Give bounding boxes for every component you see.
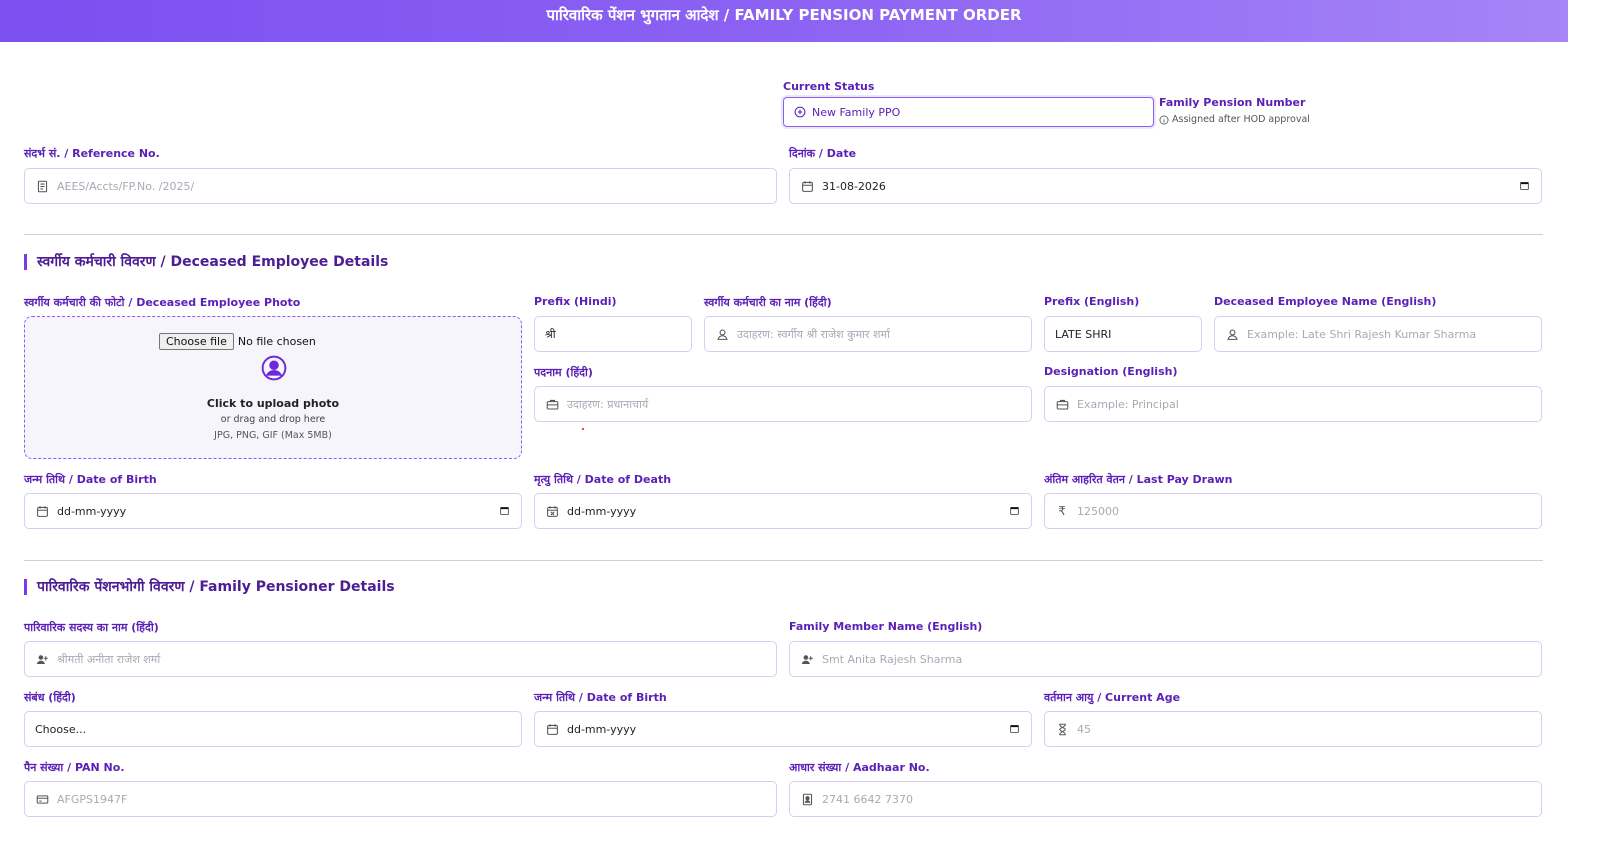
- designation-english-input[interactable]: [1077, 397, 1531, 411]
- deceased-name-hindi-label: स्वर्गीय कर्मचारी का नाम (हिंदी): [704, 296, 832, 309]
- deceased-name-english-input[interactable]: [1247, 327, 1531, 341]
- user-plus-icon: [35, 652, 49, 666]
- user-circle-icon: [261, 355, 287, 381]
- prefix-hindi-value: श्री: [545, 327, 556, 341]
- pan-field: [24, 781, 777, 817]
- current-age-label: वर्तमान आयु / Current Age: [1044, 691, 1181, 704]
- fpn-hint: Assigned after HOD approval: [1159, 114, 1310, 125]
- deceased-name-hindi-field: [704, 316, 1032, 352]
- family-section-title: पारिवारिक पेंशनभोगी विवरण / Family Pensi…: [24, 579, 395, 595]
- family-name-english-label: Family Member Name (English): [789, 620, 983, 633]
- designation-english-label: Designation (English): [1044, 365, 1178, 378]
- aadhaar-field: [789, 781, 1542, 817]
- reference-field: [24, 168, 777, 204]
- calendar-x-icon: [545, 504, 559, 518]
- user-plus-icon: [800, 652, 814, 666]
- reference-label: संदर्भ सं. / Reference No.: [24, 147, 160, 160]
- deceased-name-hindi-input[interactable]: [737, 327, 1021, 341]
- page-title: पारिवारिक पेंशन भुगतान आदेश / FAMILY PEN…: [546, 6, 1022, 24]
- dod-value: dd-mm-yyyy: [567, 504, 637, 518]
- current-age-field: [1044, 711, 1542, 747]
- upload-file-types: JPG, PNG, GIF (Max 5MB): [214, 430, 332, 441]
- family-name-hindi-label: पारिवारिक सदस्य का नाम (हिंदी): [24, 621, 159, 634]
- last-pay-label: अंतिम आहरित वेतन / Last Pay Drawn: [1044, 473, 1233, 486]
- calendar-picker-icon[interactable]: [1009, 505, 1021, 517]
- current-age-input[interactable]: [1077, 722, 1531, 736]
- divider: [24, 234, 1543, 235]
- aadhaar-label: आधार संख्या / Aadhaar No.: [789, 761, 930, 774]
- calendar-picker-icon[interactable]: [1519, 180, 1531, 192]
- family-name-english-input[interactable]: [822, 652, 1531, 666]
- prefix-english-field[interactable]: LATE SHRI: [1044, 316, 1202, 352]
- family-pension-number-label: Family Pension Number: [1159, 96, 1306, 109]
- pan-label: पैन संख्या / PAN No.: [24, 761, 125, 774]
- calendar-icon: [545, 722, 559, 736]
- pan-input[interactable]: [57, 792, 766, 806]
- family-name-hindi-field: [24, 641, 777, 677]
- date-value: 31-08-2026: [822, 179, 886, 193]
- prefix-english-label: Prefix (English): [1044, 295, 1140, 308]
- document-icon: [35, 179, 49, 193]
- date-field[interactable]: 31-08-2026: [789, 168, 1542, 204]
- designation-hindi-field: [534, 386, 1032, 422]
- upload-subtitle: or drag and drop here: [220, 414, 326, 425]
- briefcase-icon: [1055, 397, 1069, 411]
- deceased-name-english-label: Deceased Employee Name (English): [1214, 295, 1437, 308]
- user-icon: [715, 327, 729, 341]
- current-status-label: Current Status: [783, 80, 875, 93]
- family-dob-label: जन्म तिथि / Date of Birth: [534, 691, 667, 704]
- dod-field[interactable]: dd-mm-yyyy: [534, 493, 1032, 529]
- rupee-icon: ₹: [1058, 504, 1066, 518]
- info-icon: [1159, 115, 1169, 124]
- prefix-hindi-field[interactable]: श्री: [534, 316, 692, 352]
- deceased-section-title: स्वर्गीय कर्मचारी विवरण / Deceased Emplo…: [24, 254, 388, 270]
- credit-card-icon: [35, 792, 49, 806]
- dod-label: मृत्यु तिथि / Date of Death: [534, 473, 672, 486]
- last-pay-field: ₹: [1044, 493, 1542, 529]
- calendar-picker-icon[interactable]: [499, 505, 511, 517]
- family-name-hindi-input[interactable]: [57, 652, 766, 666]
- plus-circle-icon: [794, 106, 806, 118]
- upload-title: Click to upload photo: [206, 397, 340, 410]
- page-header: पारिवारिक पेंशन भुगतान आदेश / FAMILY PEN…: [0, 0, 1568, 42]
- calendar-picker-icon[interactable]: [1009, 723, 1021, 735]
- family-dob-field[interactable]: dd-mm-yyyy: [534, 711, 1032, 747]
- dob-label: जन्म तिथि / Date of Birth: [24, 473, 157, 486]
- user-icon: [1225, 327, 1239, 341]
- current-status-value: New Family PPO: [812, 105, 901, 119]
- dob-value: dd-mm-yyyy: [57, 504, 127, 518]
- aadhaar-input[interactable]: [822, 792, 1531, 806]
- designation-hindi-input[interactable]: [567, 397, 1021, 411]
- reference-input[interactable]: [57, 179, 766, 193]
- last-pay-input[interactable]: [1077, 504, 1531, 518]
- calendar-icon: [800, 179, 814, 193]
- prefix-english-value: LATE SHRI: [1055, 327, 1112, 341]
- marker-dot: [582, 428, 584, 430]
- file-picker[interactable]: Choose file No file chosen: [159, 333, 316, 350]
- id-card-icon: [800, 792, 814, 806]
- current-status-field: New Family PPO: [783, 97, 1154, 127]
- scrollbar[interactable]: [1568, 0, 1600, 863]
- briefcase-icon: [545, 397, 559, 411]
- hourglass-icon: [1055, 722, 1069, 736]
- deceased-name-english-field: [1214, 316, 1542, 352]
- relation-select[interactable]: Choose...: [24, 711, 522, 747]
- family-name-english-field: [789, 641, 1542, 677]
- relation-value: Choose...: [35, 722, 87, 736]
- prefix-hindi-label: Prefix (Hindi): [534, 295, 617, 308]
- designation-hindi-label: पदनाम (हिंदी): [534, 366, 593, 379]
- family-dob-value: dd-mm-yyyy: [567, 722, 637, 736]
- designation-english-field: [1044, 386, 1542, 422]
- choose-file-button[interactable]: Choose file: [159, 333, 234, 350]
- divider: [24, 560, 1543, 561]
- photo-upload-area[interactable]: Choose file No file chosen Click to uplo…: [24, 316, 522, 459]
- relation-label: संबंध (हिंदी): [24, 691, 76, 704]
- deceased-photo-label: स्वर्गीय कर्मचारी की फोटो / Deceased Emp…: [24, 296, 301, 309]
- calendar-icon: [35, 504, 49, 518]
- date-label: दिनांक / Date: [789, 147, 857, 160]
- no-file-text: No file chosen: [237, 335, 316, 348]
- dob-field[interactable]: dd-mm-yyyy: [24, 493, 522, 529]
